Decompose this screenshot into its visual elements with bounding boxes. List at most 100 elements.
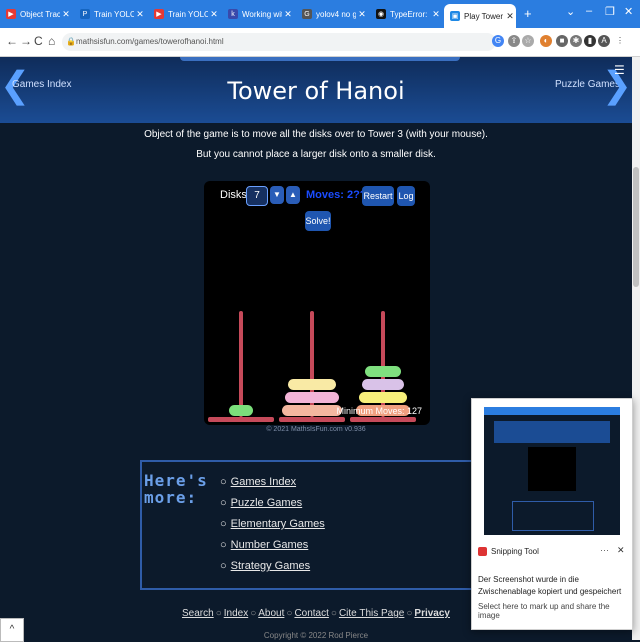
disk[interactable] xyxy=(288,379,336,390)
footer-separator: ○ xyxy=(215,608,222,619)
tab-title: Play Tower of Han xyxy=(464,11,504,21)
intro-line-1: Object of the game is to move all the di… xyxy=(144,129,488,140)
new-tab-button[interactable]: + xyxy=(524,6,532,21)
reload-icon[interactable]: C xyxy=(34,34,43,48)
toast-close-icon[interactable]: ✕ xyxy=(617,545,625,556)
tab-close-icon[interactable]: ✕ xyxy=(134,9,146,20)
more-link-text[interactable]: Number Games xyxy=(231,539,309,551)
footer-link[interactable]: Privacy xyxy=(414,608,450,619)
more-link[interactable]: ○ Elementary Games xyxy=(220,518,325,530)
minimum-moves: Minimum Moves: 127 xyxy=(336,406,422,416)
profile-avatar[interactable]: A xyxy=(598,35,610,47)
tab-2[interactable]: P Train YOLO to de✕ xyxy=(74,3,146,25)
tab-title: TypeError: expect xyxy=(390,9,430,19)
disk[interactable] xyxy=(285,392,339,403)
tab-favicon-icon: ▶ xyxy=(154,9,164,19)
disk[interactable] xyxy=(362,379,404,390)
tab-search-icon[interactable]: ⌄ xyxy=(566,5,575,18)
page-header: ❮ Games Index Tower of Hanoi Puzzle Game… xyxy=(0,57,632,123)
more-link-text[interactable]: Strategy Games xyxy=(231,560,310,572)
toast-app-name: Snipping Tool xyxy=(478,547,539,557)
page-title: Tower of Hanoi xyxy=(227,77,405,105)
tab-close-icon[interactable]: ✕ xyxy=(208,9,220,20)
footer-separator: ○ xyxy=(406,608,413,619)
tab-favicon-icon: P xyxy=(80,9,90,19)
tab-4[interactable]: k Working with Vid✕ xyxy=(222,3,294,25)
url-text: mathsisfun.com/games/towerofhanoi.html xyxy=(76,37,224,46)
restart-button[interactable]: Restart xyxy=(362,186,394,206)
footer-link[interactable]: About xyxy=(258,608,284,619)
address-toolbar: ← → C ⌂ 🔒 mathsisfun.com/games/towerofha… xyxy=(0,28,640,57)
google-lens-icon[interactable]: G xyxy=(492,35,504,47)
tab-close-icon[interactable]: ✕ xyxy=(430,9,442,20)
tab-1[interactable]: ▶ Object Tracking f✕ xyxy=(0,3,72,25)
tower-base-1[interactable] xyxy=(208,417,274,422)
tab-close-icon[interactable]: ✕ xyxy=(60,9,72,20)
screenshot-thumbnail[interactable] xyxy=(484,407,620,535)
bullet-icon: ○ xyxy=(220,476,227,488)
thumbnail-tabbar xyxy=(484,407,620,415)
thumbnail-header xyxy=(494,421,610,443)
close-window-button[interactable]: ✕ xyxy=(624,5,633,18)
disk[interactable] xyxy=(229,405,253,416)
more-link-text[interactable]: Puzzle Games xyxy=(231,497,303,509)
restore-button[interactable]: ❐ xyxy=(605,5,615,18)
tab-7[interactable]: ▣ Play Tower of Han✕ xyxy=(444,4,516,28)
browser-menu-icon[interactable]: ⋮ xyxy=(614,35,626,47)
log-button[interactable]: Log xyxy=(397,186,415,206)
share-icon[interactable]: ⇪ xyxy=(508,35,520,47)
snipping-notification[interactable]: Snipping Tool ··· ✕ Der Screenshot wurde… xyxy=(471,398,633,630)
tower-peg-1[interactable] xyxy=(239,311,243,417)
tower-base-3[interactable] xyxy=(350,417,416,422)
more-link[interactable]: ○ Games Index xyxy=(220,476,296,488)
decrease-disks-button[interactable]: ▼ xyxy=(270,186,284,204)
more-link-text[interactable]: Games Index xyxy=(231,476,296,488)
footer-link[interactable]: Index xyxy=(224,608,248,619)
thumbnail-game xyxy=(528,447,576,491)
tab-title: Working with Vid xyxy=(242,9,282,19)
intro-line-2: But you cannot place a larger disk onto … xyxy=(196,149,436,160)
disk[interactable] xyxy=(365,366,401,377)
footer-link[interactable]: Cite This Page xyxy=(339,608,404,619)
tab-close-icon[interactable]: ✕ xyxy=(504,11,516,22)
tab-5[interactable]: Gyolov4 no gpu - G✕ xyxy=(296,3,368,25)
tab-favicon-icon: ▣ xyxy=(450,11,460,21)
tab-title: Train YOLO to de xyxy=(168,9,208,19)
tab-close-icon[interactable]: ✕ xyxy=(356,9,368,20)
toast-message: Der Screenshot wurde in die Zwischenabla… xyxy=(478,575,622,596)
more-link[interactable]: ○ Puzzle Games xyxy=(220,497,302,509)
forward-icon[interactable]: → xyxy=(20,34,32,48)
tab-6[interactable]: ◉ TypeError: expect✕ xyxy=(370,3,442,25)
disk[interactable] xyxy=(359,392,407,403)
tab-close-icon[interactable]: ✕ xyxy=(282,9,294,20)
disks-count-field[interactable]: 7 xyxy=(246,186,268,206)
toast-more-icon[interactable]: ··· xyxy=(600,545,609,555)
extension-icon[interactable]: ■ xyxy=(556,35,568,47)
disk[interactable] xyxy=(282,405,342,416)
tab-title: Train YOLO to de xyxy=(94,9,134,19)
minimize-button[interactable]: – xyxy=(586,5,592,17)
hamburger-menu-icon[interactable]: ☰ xyxy=(614,63,626,77)
more-link[interactable]: ○ Strategy Games xyxy=(220,560,310,572)
footer-link[interactable]: Contact xyxy=(294,608,328,619)
back-icon[interactable]: ← xyxy=(6,34,18,48)
url-field[interactable]: 🔒 mathsisfun.com/games/towerofhanoi.html xyxy=(62,33,496,51)
bookmark-star-icon[interactable]: ☆ xyxy=(522,35,534,47)
puzzle-extensions-icon[interactable]: ✱ xyxy=(570,35,582,47)
sidebar-icon[interactable]: ▮ xyxy=(584,35,596,47)
footer-link[interactable]: Search xyxy=(182,608,214,619)
tab-favicon-icon: G xyxy=(302,9,312,19)
home-icon[interactable]: ⌂ xyxy=(48,34,55,48)
hanoi-game-board: Disks: 7 ▼ ▲ Moves: 2?? Restart Log Solv… xyxy=(204,181,430,425)
tower-base-2[interactable] xyxy=(279,417,345,422)
increase-disks-button[interactable]: ▲ xyxy=(286,186,300,204)
expand-caret-icon[interactable]: ^ xyxy=(0,618,24,642)
scrollbar-thumb[interactable] xyxy=(633,167,639,287)
tab-3[interactable]: ▶ Train YOLO to de✕ xyxy=(148,3,220,25)
thumbnail-more-box xyxy=(512,501,594,531)
more-link[interactable]: ○ Number Games xyxy=(220,539,308,551)
page-scrollbar[interactable] xyxy=(632,57,640,640)
solve-button[interactable]: Solve! xyxy=(305,211,331,231)
extension-icon[interactable]: ◐ xyxy=(540,35,552,47)
more-link-text[interactable]: Elementary Games xyxy=(231,518,325,530)
